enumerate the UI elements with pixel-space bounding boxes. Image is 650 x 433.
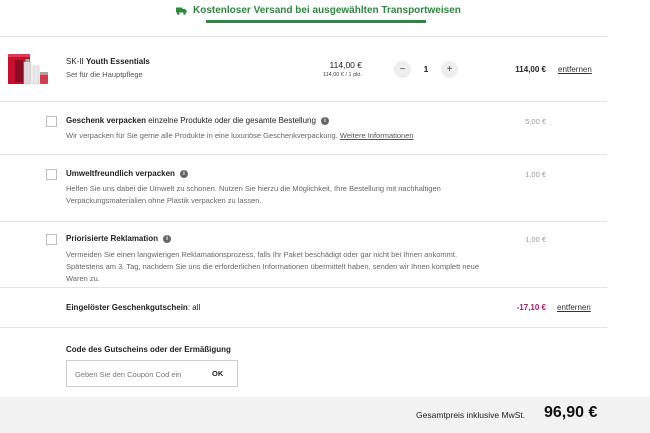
info-icon[interactable]: i <box>179 169 188 178</box>
product-image <box>6 50 52 86</box>
gift-wrap-description: Wir verpacken für Sie gerne alle Produkt… <box>66 131 414 140</box>
coupon-ok-button[interactable]: OK <box>212 369 223 378</box>
product-price: 114,00 € <box>329 60 362 70</box>
product-title: Youth Essentials <box>86 57 150 66</box>
eco-packaging-title: Umweltfreundlich verpacken i <box>66 169 188 178</box>
coupon-input[interactable] <box>75 368 203 380</box>
shipping-info: Kostenloser Versand bei ausgewählten Tra… <box>176 5 461 16</box>
priority-claim-title: Priorisierte Reklamation i <box>66 234 172 243</box>
shipping-banner: Kostenloser Versand bei ausgewählten Tra… <box>0 0 650 30</box>
priority-claim-price: 1,00 € <box>525 235 546 244</box>
divider <box>0 36 607 37</box>
coupon-form: OK <box>66 360 238 387</box>
priority-claim-label: Priorisierte Reklamation <box>66 234 159 243</box>
quantity-value: 1 <box>423 64 429 74</box>
coupon-title: Code des Gutscheins oder der Ermäßigung <box>66 345 231 354</box>
gift-wrap-price: 5,00 € <box>525 117 546 126</box>
divider <box>0 154 607 155</box>
gift-voucher-amount: -17,10 € <box>516 303 546 312</box>
gift-wrap-label: Geschenk verpacken <box>66 116 147 125</box>
total-value: 96,90 € <box>544 404 598 421</box>
gift-wrap-checkbox[interactable] <box>46 116 57 127</box>
divider <box>0 221 607 222</box>
product-unit-price: 114,00 € / 1 pkt. <box>322 72 362 78</box>
quantity-increase-button[interactable]: + <box>441 61 458 78</box>
remove-product-link[interactable]: entfernen <box>558 65 592 74</box>
total-label: Gesamtpreis inklusive MwSt. <box>416 410 526 420</box>
truck-icon <box>176 7 187 15</box>
product-name[interactable]: SK-II Youth Essentials <box>66 57 150 66</box>
product-brand: SK-II <box>66 57 84 66</box>
gift-wrap-title: Geschenk verpacken einzelne Produkte ode… <box>66 116 329 125</box>
more-info-link[interactable]: Weitere Informationen <box>340 131 414 140</box>
priority-claim-checkbox[interactable] <box>46 234 57 245</box>
eco-packaging-checkbox[interactable] <box>46 169 57 180</box>
priority-claim-description: Vermeiden Sie einen langwierigen Reklama… <box>66 250 480 283</box>
divider <box>0 287 607 288</box>
eco-packaging-description: Helfen Sie uns dabei die Umwelt zu schon… <box>66 184 441 205</box>
shipping-underline <box>206 20 426 23</box>
remove-voucher-link[interactable]: entfernen <box>557 303 591 312</box>
divider <box>0 327 607 328</box>
total-bar: Gesamtpreis inklusive MwSt. 96,90 € <box>0 397 650 433</box>
info-icon[interactable]: i <box>163 234 172 243</box>
product-subtitle: Set für die Hauptpflege <box>66 70 143 79</box>
eco-packaging-label: Umweltfreundlich verpacken <box>66 169 175 178</box>
gift-wrap-label-suffix: einzelne Produkte oder die gesamte Beste… <box>146 116 316 125</box>
shipping-text: Kostenloser Versand bei ausgewählten Tra… <box>193 5 461 16</box>
gift-voucher-label: Eingelöster Geschenkgutschein: all <box>66 303 201 312</box>
product-line-total: 114,00 € <box>515 65 546 74</box>
divider <box>0 101 607 102</box>
info-icon[interactable]: i <box>320 116 329 125</box>
eco-packaging-price: 1,00 € <box>525 170 546 179</box>
quantity-decrease-button[interactable]: − <box>394 61 411 78</box>
